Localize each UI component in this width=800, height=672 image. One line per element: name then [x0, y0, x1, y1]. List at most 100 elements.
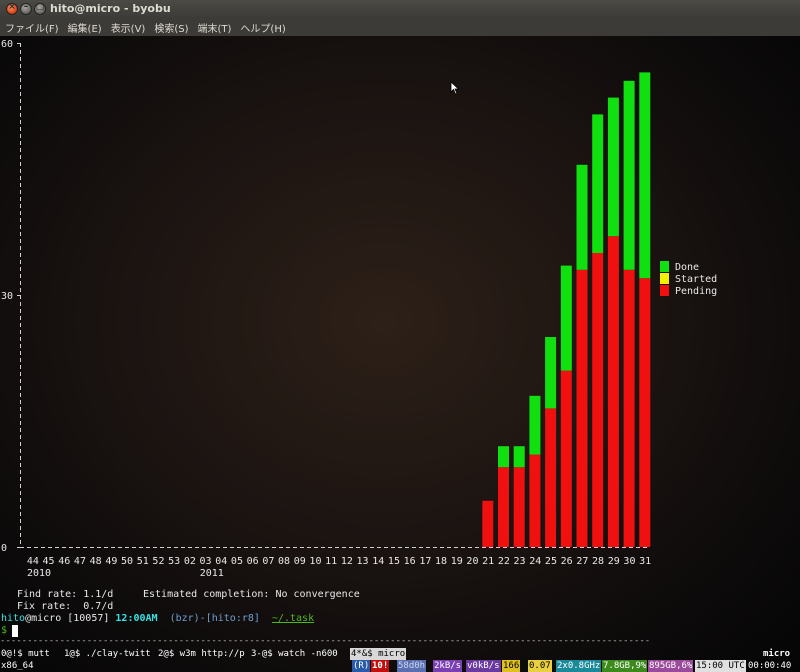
x-tick-label: 24 — [529, 556, 541, 567]
x-tick-label: 05 — [231, 556, 243, 567]
x-tick-label: 47 — [74, 556, 86, 567]
window-controls: × – □ — [6, 2, 46, 15]
bar-done — [623, 80, 635, 270]
minimize-button[interactable]: – — [20, 2, 32, 15]
x-tick-label: 03 — [200, 556, 212, 567]
bar-done — [529, 395, 541, 455]
x-tick-label: 20 — [466, 556, 478, 567]
x-tick-label: 04 — [215, 556, 227, 567]
close-button[interactable]: × — [6, 2, 18, 15]
net-down: v0kB/s — [466, 660, 501, 672]
bar-done — [513, 446, 525, 468]
x-tick-label: 52 — [152, 556, 164, 567]
x-tick-label: 18 — [435, 556, 447, 567]
x-tick-label: 22 — [498, 556, 510, 567]
byobu-status-bar: 0@!$ mutt 1@$ ./clay-twitt 2@$ w3m http:… — [0, 647, 800, 672]
x-tick-label: 16 — [404, 556, 416, 567]
window-tab-3[interactable]: 3-@$ watch -n600 — [251, 648, 338, 660]
x-tick-label: 48 — [90, 556, 102, 567]
arch: x86_64 — [1, 661, 34, 671]
y-tick-label: 30 — [1, 291, 13, 302]
bar-pending — [560, 370, 572, 547]
estimated-completion-text: Estimated completion: No convergence — [143, 589, 360, 600]
x-tick-label: 51 — [137, 556, 149, 567]
fix-rate-text: Fix rate: 0.7/d — [17, 601, 114, 612]
x-tick-label: 30 — [623, 556, 635, 567]
y-tick-label: 60 — [1, 39, 13, 50]
utc-time: 15:00 UTC — [695, 660, 746, 672]
x-tick-label: 19 — [451, 556, 463, 567]
x-tick-label: 23 — [514, 556, 526, 567]
terminal-area[interactable]: 60 30 0 44 45 46 47 48 49 50 51 52 53 02 03 04 05 06 07 08 0… — [0, 36, 800, 672]
prompt-history: [10057] — [61, 613, 116, 624]
window-tab-2[interactable]: 2@$ w3m http://p — [158, 648, 245, 660]
x-tick-label: 15 — [388, 556, 400, 567]
x-tick-label: 25 — [545, 556, 557, 567]
menu-terminal[interactable]: 端末(T) — [193, 20, 236, 35]
mem-id: 58d0h — [397, 660, 427, 672]
window-tab-0[interactable]: 0@!$ mutt — [1, 648, 50, 660]
bar-done — [498, 446, 509, 468]
x-tick-label: 02 — [184, 556, 196, 567]
x-tick-label: 08 — [278, 556, 290, 567]
burndown-chart: 60 30 0 44 45 46 47 48 49 50 51 52 53 02 03 04 05 06 07 08 0… — [1, 39, 717, 579]
cpu-freq: 2x0.8GHz — [556, 660, 602, 672]
x-tick-label: 06 — [247, 556, 259, 567]
bar-done — [639, 72, 651, 279]
prompt-user: hito — [1, 613, 26, 624]
x-tick-label: 14 — [372, 556, 384, 567]
year-label: 2010 — [27, 568, 51, 579]
release-badge: (R) — [352, 660, 371, 672]
memory-usage: 7.8GB,9% — [602, 660, 648, 672]
x-tick-label: 07 — [262, 556, 274, 567]
updates-badge: 10! — [371, 660, 390, 672]
legend-swatch-started — [660, 273, 669, 284]
x-tick-label: 11 — [325, 556, 337, 567]
x-tick-label: 28 — [592, 556, 604, 567]
maximize-button[interactable]: □ — [34, 2, 46, 15]
x-tick-label: 21 — [482, 556, 494, 567]
legend-label-done: Done — [675, 262, 699, 273]
bar-pending — [639, 278, 651, 547]
bar-pending — [482, 500, 494, 547]
mouse-pointer-icon — [450, 81, 460, 95]
window-tab-active[interactable]: 4*&$ micro — [350, 648, 407, 660]
maximize-icon: □ — [35, 2, 45, 12]
close-icon: × — [8, 2, 16, 12]
menu-edit[interactable]: 編集(E) — [63, 20, 106, 35]
uptime-clock: 00:00:40 — [748, 661, 792, 671]
menu-bar: ファイル(F) 編集(E) 表示(V) 検索(S) 端末(T) ヘルプ(H) — [0, 18, 800, 36]
menu-file[interactable]: ファイル(F) — [0, 20, 63, 35]
x-tick-label: 09 — [294, 556, 306, 567]
prompt-vcs: (bzr)-[hito:r8] — [157, 613, 272, 624]
x-tick-label: 31 — [639, 556, 651, 567]
prompt-host: @micro — [25, 613, 62, 624]
legend-label-started: Started — [675, 274, 717, 285]
separator-line: ----------------------------------------… — [0, 636, 651, 646]
menu-view[interactable]: 表示(V) — [106, 20, 150, 35]
bar-done — [560, 265, 572, 371]
bar-pending — [592, 253, 604, 547]
x-tick-label: 29 — [608, 556, 620, 567]
bar-pending — [576, 269, 588, 547]
x-tick-label: 44 — [27, 556, 39, 567]
load-average: 0.07 — [528, 660, 552, 672]
x-tick-label: 49 — [105, 556, 117, 567]
x-tick-label: 13 — [357, 556, 369, 567]
shell-prompt: hito@micro [10057] 12:00AM (bzr)-[hito:r… — [1, 613, 314, 625]
menu-search[interactable]: 検索(S) — [149, 20, 192, 35]
find-rate-text: Find rate: 1.1/d — [17, 589, 114, 600]
menu-help[interactable]: ヘルプ(H) — [235, 20, 289, 35]
bar-pending — [513, 467, 525, 547]
legend-label-pending: Pending — [675, 286, 717, 297]
x-tick-label: 27 — [576, 556, 588, 567]
bar-pending — [623, 269, 635, 547]
legend-swatch-done — [660, 261, 669, 272]
x-tick-label: 53 — [168, 556, 180, 567]
x-tick-label: 45 — [43, 556, 55, 567]
title-bar: × – □ hito@micro - byobu — [0, 0, 800, 18]
window-tab-1[interactable]: 1@$ ./clay-twitt — [64, 648, 151, 660]
bar-done — [576, 164, 588, 270]
bar-pending — [498, 467, 509, 547]
minimize-icon: – — [23, 2, 29, 12]
